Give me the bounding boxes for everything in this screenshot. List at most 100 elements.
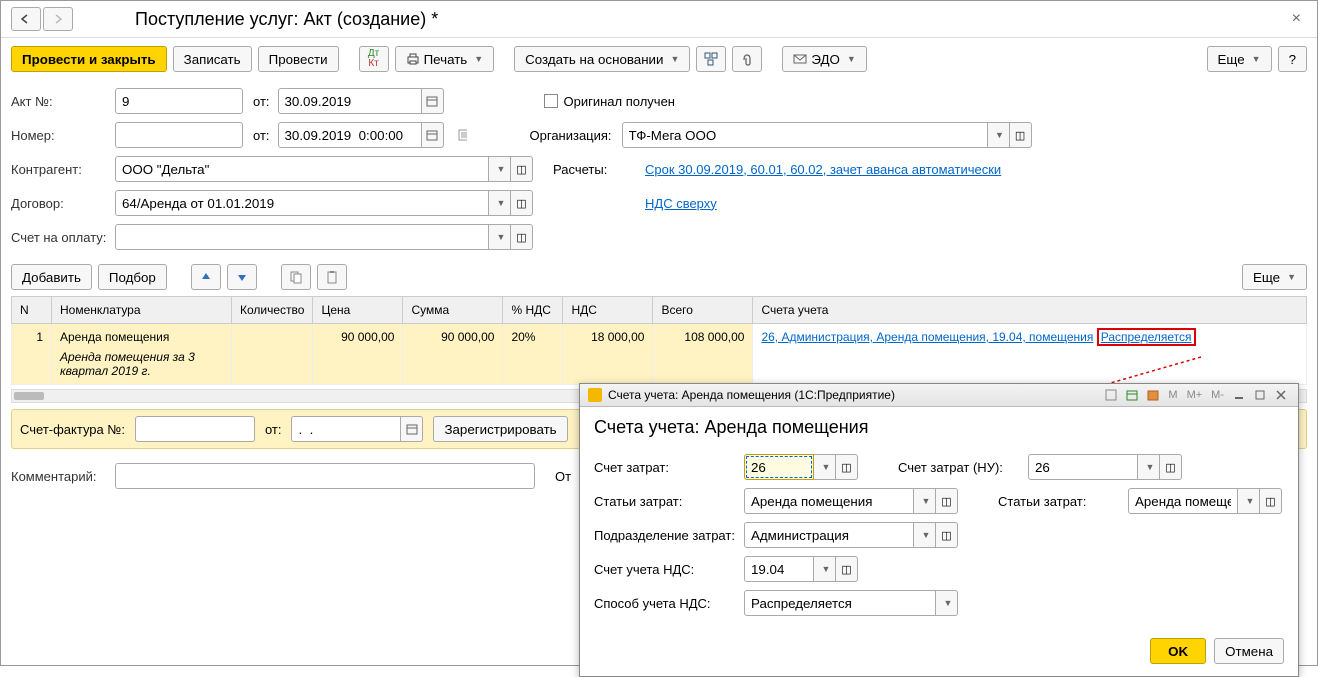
tool-calendar-icon[interactable]	[1123, 389, 1141, 401]
org-input[interactable]	[622, 122, 988, 148]
comment-input[interactable]	[115, 463, 535, 489]
table-row[interactable]: 1 Аренда помещения Аренда помещения за 3…	[12, 324, 1307, 385]
invoice-date-input[interactable]	[291, 416, 401, 442]
open-button[interactable]: ◫	[836, 454, 858, 480]
open-button[interactable]: ◫	[1260, 488, 1282, 514]
table-more-button[interactable]: Еще ▼	[1242, 264, 1307, 290]
save-button[interactable]: Записать	[173, 46, 252, 72]
col-qty[interactable]: Количество	[232, 297, 313, 324]
dropdown-button[interactable]: ▼	[489, 156, 511, 182]
tool-calc-icon[interactable]	[1102, 389, 1120, 401]
subdivision-input[interactable]	[744, 522, 914, 548]
caret-down-icon: ▼	[497, 232, 506, 242]
nds-account-input[interactable]	[744, 556, 814, 582]
caret-down-icon: ▼	[822, 462, 831, 472]
calendar-icon	[406, 423, 418, 435]
cost-items2-input[interactable]	[1128, 488, 1238, 514]
settlements-label: Расчеты:	[553, 162, 645, 177]
post-and-close-button[interactable]: Провести и закрыть	[11, 46, 167, 72]
accounts-highlight[interactable]: Распределяется	[1097, 328, 1196, 346]
dropdown-button[interactable]: ▼	[1138, 454, 1160, 480]
dropdown-button[interactable]: ▼	[489, 190, 511, 216]
dropdown-button[interactable]: ▼	[936, 590, 958, 616]
tool-m-plus[interactable]: M+	[1184, 389, 1206, 401]
dialog-maximize-button[interactable]	[1251, 389, 1269, 401]
cell-accounts[interactable]: 26, Администрация, Аренда помещения, 19.…	[753, 324, 1307, 385]
dropdown-button[interactable]: ▼	[489, 224, 511, 250]
number-date-input[interactable]	[278, 122, 422, 148]
col-nomenclature[interactable]: Номенклатура	[52, 297, 232, 324]
cost-account-nu-input[interactable]	[1028, 454, 1138, 480]
more-button[interactable]: Еще ▼	[1207, 46, 1272, 72]
open-button[interactable]: ◫	[936, 488, 958, 514]
tool-m[interactable]: M	[1165, 389, 1180, 401]
dropdown-button[interactable]: ▼	[914, 488, 936, 514]
help-button[interactable]: ?	[1278, 46, 1307, 72]
contragent-label: Контрагент:	[11, 162, 115, 177]
open-button[interactable]: ◫	[511, 156, 533, 182]
cost-account-input[interactable]	[744, 454, 814, 480]
col-nds[interactable]: НДС	[563, 297, 653, 324]
nds-method-input[interactable]	[744, 590, 936, 616]
original-received-checkbox[interactable]	[544, 94, 558, 108]
register-button[interactable]: Зарегистрировать	[433, 416, 567, 442]
cost-items-input[interactable]	[744, 488, 914, 514]
move-down-button[interactable]	[227, 264, 257, 290]
cost-account-label: Счет затрат:	[594, 460, 744, 475]
caret-down-icon: ▼	[1246, 496, 1255, 506]
calendar-button[interactable]	[422, 122, 444, 148]
dialog-close-button[interactable]	[1272, 389, 1290, 401]
open-button[interactable]: ◫	[936, 522, 958, 548]
payment-account-input[interactable]	[115, 224, 489, 250]
open-button[interactable]: ◫	[511, 224, 533, 250]
contragent-input[interactable]	[115, 156, 489, 182]
invoice-no-input[interactable]	[135, 416, 255, 442]
tool-m-minus[interactable]: M-	[1208, 389, 1227, 401]
calendar-icon	[426, 95, 438, 107]
nds-link[interactable]: НДС сверху	[645, 196, 717, 211]
akt-date-input[interactable]	[278, 88, 422, 114]
dropdown-button[interactable]: ▼	[814, 454, 836, 480]
dt-kt-button[interactable]: ДтКт	[359, 46, 389, 72]
dropdown-button[interactable]: ▼	[914, 522, 936, 548]
structure-button[interactable]	[696, 46, 726, 72]
col-n[interactable]: N	[12, 297, 52, 324]
move-up-button[interactable]	[191, 264, 221, 290]
attachment-button[interactable]	[732, 46, 762, 72]
create-based-button[interactable]: Создать на основании ▼	[514, 46, 690, 72]
col-nds-rate[interactable]: % НДС	[503, 297, 563, 324]
paste-button[interactable]	[317, 264, 347, 290]
nav-forward-button[interactable]	[43, 7, 73, 31]
dropdown-button[interactable]: ▼	[1238, 488, 1260, 514]
open-button[interactable]: ◫	[1160, 454, 1182, 480]
open-button[interactable]: ◫	[1010, 122, 1032, 148]
open-button[interactable]: ◫	[511, 190, 533, 216]
contract-input[interactable]	[115, 190, 489, 216]
col-sum[interactable]: Сумма	[403, 297, 503, 324]
contract-label: Договор:	[11, 196, 115, 211]
copy-button[interactable]	[281, 264, 311, 290]
calendar-button[interactable]	[422, 88, 444, 114]
dialog-minimize-button[interactable]	[1230, 389, 1248, 401]
calendar-button[interactable]	[401, 416, 423, 442]
post-button[interactable]: Провести	[258, 46, 339, 72]
number-input[interactable]	[115, 122, 243, 148]
cancel-button[interactable]: Отмена	[1214, 638, 1284, 664]
nav-back-button[interactable]	[11, 7, 41, 31]
open-button[interactable]: ◫	[836, 556, 858, 582]
ok-button[interactable]: OK	[1150, 638, 1206, 664]
col-accounts[interactable]: Счета учета	[753, 297, 1307, 324]
print-button[interactable]: Печать ▼	[395, 46, 495, 72]
settlements-link[interactable]: Срок 30.09.2019, 60.01, 60.02, зачет ава…	[645, 162, 1001, 177]
akt-no-input[interactable]	[115, 88, 243, 114]
edo-button[interactable]: ЭДО ▼	[782, 46, 866, 72]
col-total[interactable]: Всего	[653, 297, 753, 324]
close-button[interactable]: ×	[1286, 10, 1307, 28]
tool-date-icon[interactable]	[1144, 389, 1162, 401]
add-button[interactable]: Добавить	[11, 264, 92, 290]
dropdown-button[interactable]: ▼	[814, 556, 836, 582]
dropdown-button[interactable]: ▼	[988, 122, 1010, 148]
col-price[interactable]: Цена	[313, 297, 403, 324]
pick-button[interactable]: Подбор	[98, 264, 167, 290]
detail-icon-button[interactable]	[452, 125, 472, 145]
